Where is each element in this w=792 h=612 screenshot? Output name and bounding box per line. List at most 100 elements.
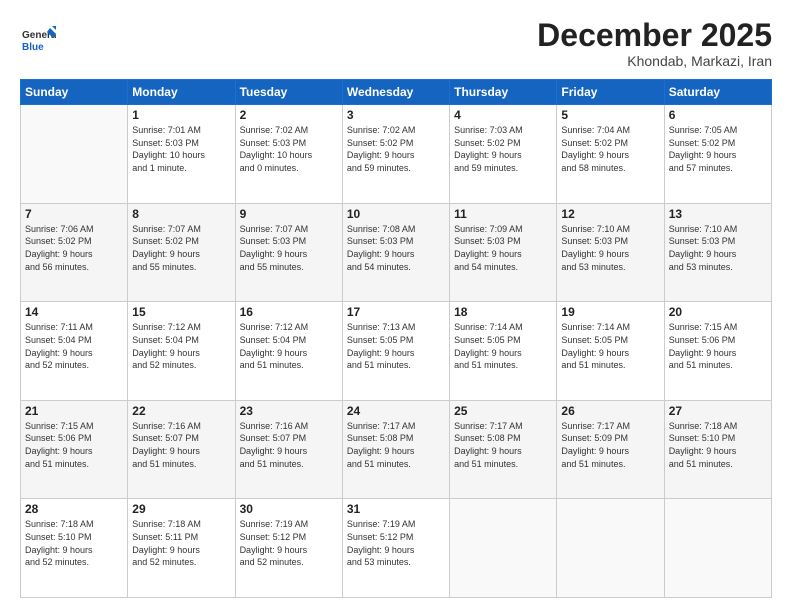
- day-info: Sunrise: 7:10 AM Sunset: 5:03 PM Dayligh…: [561, 223, 659, 273]
- day-info: Sunrise: 7:02 AM Sunset: 5:03 PM Dayligh…: [240, 124, 338, 174]
- calendar-cell: 17 Sunrise: 7:13 AM Sunset: 5:05 PM Dayli…: [342, 302, 449, 401]
- page: General Blue December 2025 Khondab, Mark…: [0, 0, 792, 612]
- week-row-3: 14Sunrise: 7:11 AM Sunset: 5:04 PM Dayli…: [21, 302, 772, 401]
- calendar-cell: 31Sunrise: 7:19 AM Sunset: 5:12 PM Dayli…: [342, 499, 449, 598]
- calendar-header-row: SundayMondayTuesdayWednesdayThursdayFrid…: [21, 80, 772, 105]
- day-header-saturday: Saturday: [664, 80, 771, 105]
- calendar-cell: 13 Sunrise: 7:10 AM Sunset: 5:03 PM Dayli…: [664, 203, 771, 302]
- day-number: 1: [132, 108, 230, 122]
- day-number: 19: [561, 305, 659, 319]
- day-number: 27: [669, 404, 767, 418]
- day-info: Sunrise: 7:14 AM Sunset: 5:05 PM Dayligh…: [454, 321, 552, 371]
- day-number: 24: [347, 404, 445, 418]
- day-info: Sunrise: 7:05 AM Sunset: 5:02 PM Dayligh…: [669, 124, 767, 174]
- day-number: 16: [240, 305, 338, 319]
- main-title: December 2025: [537, 18, 772, 53]
- day-number: 11: [454, 207, 552, 221]
- day-number: 31: [347, 502, 445, 516]
- logo: General Blue: [20, 22, 56, 58]
- day-number: 20: [669, 305, 767, 319]
- day-header-wednesday: Wednesday: [342, 80, 449, 105]
- day-number: 15: [132, 305, 230, 319]
- week-row-4: 21 Sunrise: 7:15 AM Sunset: 5:06 PM Dayli…: [21, 400, 772, 499]
- day-number: 10: [347, 207, 445, 221]
- day-info: Sunrise: 7:16 AM Sunset: 5:07 PM Dayligh…: [132, 420, 230, 470]
- day-info: Sunrise: 7:16 AM Sunset: 5:07 PM Dayligh…: [240, 420, 338, 470]
- day-header-sunday: Sunday: [21, 80, 128, 105]
- calendar-cell: 29 Sunrise: 7:18 AM Sunset: 5:11 PM Dayli…: [128, 499, 235, 598]
- day-info: Sunrise: 7:10 AM Sunset: 5:03 PM Dayligh…: [669, 223, 767, 273]
- calendar-cell: 25 Sunrise: 7:17 AM Sunset: 5:08 PM Dayli…: [450, 400, 557, 499]
- calendar-cell: 18 Sunrise: 7:14 AM Sunset: 5:05 PM Dayli…: [450, 302, 557, 401]
- calendar-cell: 5 Sunrise: 7:04 AM Sunset: 5:02 PM Daylig…: [557, 105, 664, 204]
- calendar-cell: 8 Sunrise: 7:07 AM Sunset: 5:02 PM Daylig…: [128, 203, 235, 302]
- calendar-cell: 4 Sunrise: 7:03 AM Sunset: 5:02 PM Daylig…: [450, 105, 557, 204]
- day-info: Sunrise: 7:15 AM Sunset: 5:06 PM Dayligh…: [25, 420, 123, 470]
- week-row-1: 1 Sunrise: 7:01 AM Sunset: 5:03 PM Daylig…: [21, 105, 772, 204]
- day-number: 6: [669, 108, 767, 122]
- calendar-cell: 21 Sunrise: 7:15 AM Sunset: 5:06 PM Dayli…: [21, 400, 128, 499]
- svg-text:Blue: Blue: [22, 42, 44, 53]
- day-info: Sunrise: 7:03 AM Sunset: 5:02 PM Dayligh…: [454, 124, 552, 174]
- sub-title: Khondab, Markazi, Iran: [537, 53, 772, 69]
- day-number: 18: [454, 305, 552, 319]
- day-info: Sunrise: 7:07 AM Sunset: 5:03 PM Dayligh…: [240, 223, 338, 273]
- day-info: Sunrise: 7:07 AM Sunset: 5:02 PM Dayligh…: [132, 223, 230, 273]
- calendar-cell: 30Sunrise: 7:19 AM Sunset: 5:12 PM Dayli…: [235, 499, 342, 598]
- day-number: 12: [561, 207, 659, 221]
- day-header-friday: Friday: [557, 80, 664, 105]
- day-header-monday: Monday: [128, 80, 235, 105]
- calendar-cell: 27Sunrise: 7:18 AM Sunset: 5:10 PM Dayli…: [664, 400, 771, 499]
- day-number: 17: [347, 305, 445, 319]
- calendar-cell: 14Sunrise: 7:11 AM Sunset: 5:04 PM Dayli…: [21, 302, 128, 401]
- day-number: 22: [132, 404, 230, 418]
- day-number: 5: [561, 108, 659, 122]
- day-number: 8: [132, 207, 230, 221]
- day-info: Sunrise: 7:12 AM Sunset: 5:04 PM Dayligh…: [240, 321, 338, 371]
- day-number: 29: [132, 502, 230, 516]
- day-info: Sunrise: 7:08 AM Sunset: 5:03 PM Dayligh…: [347, 223, 445, 273]
- calendar-cell: 3 Sunrise: 7:02 AM Sunset: 5:02 PM Daylig…: [342, 105, 449, 204]
- week-row-2: 7 Sunrise: 7:06 AM Sunset: 5:02 PM Daylig…: [21, 203, 772, 302]
- calendar-cell: 19 Sunrise: 7:14 AM Sunset: 5:05 PM Dayli…: [557, 302, 664, 401]
- day-info: Sunrise: 7:17 AM Sunset: 5:09 PM Dayligh…: [561, 420, 659, 470]
- day-info: Sunrise: 7:13 AM Sunset: 5:05 PM Dayligh…: [347, 321, 445, 371]
- calendar-cell: 24Sunrise: 7:17 AM Sunset: 5:08 PM Dayli…: [342, 400, 449, 499]
- day-number: 21: [25, 404, 123, 418]
- day-number: 25: [454, 404, 552, 418]
- calendar-cell: 6 Sunrise: 7:05 AM Sunset: 5:02 PM Daylig…: [664, 105, 771, 204]
- calendar-cell: 15 Sunrise: 7:12 AM Sunset: 5:04 PM Dayli…: [128, 302, 235, 401]
- day-number: 26: [561, 404, 659, 418]
- calendar-cell: 9Sunrise: 7:07 AM Sunset: 5:03 PM Daylig…: [235, 203, 342, 302]
- day-info: Sunrise: 7:01 AM Sunset: 5:03 PM Dayligh…: [132, 124, 230, 174]
- day-header-thursday: Thursday: [450, 80, 557, 105]
- day-info: Sunrise: 7:18 AM Sunset: 5:11 PM Dayligh…: [132, 518, 230, 568]
- day-number: 4: [454, 108, 552, 122]
- day-info: Sunrise: 7:12 AM Sunset: 5:04 PM Dayligh…: [132, 321, 230, 371]
- calendar-cell: 22 Sunrise: 7:16 AM Sunset: 5:07 PM Dayli…: [128, 400, 235, 499]
- day-info: Sunrise: 7:06 AM Sunset: 5:02 PM Dayligh…: [25, 223, 123, 273]
- day-number: 23: [240, 404, 338, 418]
- day-info: Sunrise: 7:04 AM Sunset: 5:02 PM Dayligh…: [561, 124, 659, 174]
- day-number: 7: [25, 207, 123, 221]
- calendar-cell: [21, 105, 128, 204]
- calendar-cell: 23 Sunrise: 7:16 AM Sunset: 5:07 PM Dayli…: [235, 400, 342, 499]
- calendar-cell: [450, 499, 557, 598]
- day-info: Sunrise: 7:14 AM Sunset: 5:05 PM Dayligh…: [561, 321, 659, 371]
- calendar-table: SundayMondayTuesdayWednesdayThursdayFrid…: [20, 79, 772, 598]
- day-number: 3: [347, 108, 445, 122]
- day-info: Sunrise: 7:02 AM Sunset: 5:02 PM Dayligh…: [347, 124, 445, 174]
- calendar-cell: 10 Sunrise: 7:08 AM Sunset: 5:03 PM Dayli…: [342, 203, 449, 302]
- calendar-cell: 16 Sunrise: 7:12 AM Sunset: 5:04 PM Dayli…: [235, 302, 342, 401]
- calendar-cell: 1 Sunrise: 7:01 AM Sunset: 5:03 PM Daylig…: [128, 105, 235, 204]
- day-number: 14: [25, 305, 123, 319]
- day-number: 13: [669, 207, 767, 221]
- calendar-cell: 2 Sunrise: 7:02 AM Sunset: 5:03 PM Daylig…: [235, 105, 342, 204]
- day-info: Sunrise: 7:17 AM Sunset: 5:08 PM Dayligh…: [454, 420, 552, 470]
- calendar-cell: 26 Sunrise: 7:17 AM Sunset: 5:09 PM Dayli…: [557, 400, 664, 499]
- week-row-5: 28Sunrise: 7:18 AM Sunset: 5:10 PM Dayli…: [21, 499, 772, 598]
- calendar-cell: [664, 499, 771, 598]
- calendar-cell: [557, 499, 664, 598]
- day-number: 2: [240, 108, 338, 122]
- title-area: December 2025 Khondab, Markazi, Iran: [537, 18, 772, 69]
